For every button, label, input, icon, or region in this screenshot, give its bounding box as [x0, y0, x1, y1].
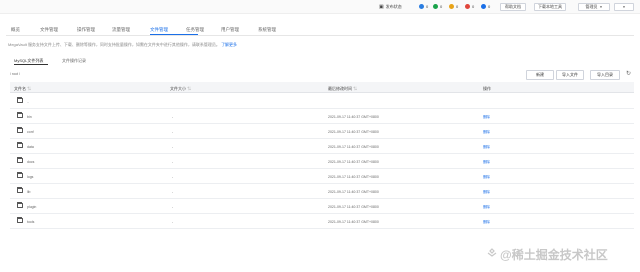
table-row[interactable]: lib - 2021-09-17 11:40:37 GMT+0800 删除 — [10, 184, 634, 199]
table-row[interactable]: .. — [10, 94, 634, 109]
top-bar: ▣ 发布状态 0 0 0 0 0 帮助文档 下载本地工具 管理员 ▼ ▼ — [0, 0, 640, 14]
modified-time: 2021-09-17 11:40:37 GMT+0800 — [328, 220, 379, 224]
folder-icon — [17, 217, 23, 223]
folder-icon — [17, 142, 23, 148]
modified-time: 2021-09-17 11:40:37 GMT+0800 — [328, 115, 379, 119]
topbar-counter-5[interactable]: 0 — [481, 4, 490, 9]
delete-link[interactable]: 删除 — [483, 220, 490, 225]
table-row[interactable]: docs - 2021-09-17 11:40:37 GMT+0800 删除 — [10, 154, 634, 169]
folder-icon — [17, 202, 23, 208]
modified-time: 2021-09-17 11:40:37 GMT+0800 — [328, 160, 379, 164]
table-row[interactable]: data - 2021-09-17 11:40:37 GMT+0800 删除 — [10, 139, 634, 154]
file-name[interactable]: tools — [27, 220, 34, 224]
folder-icon — [17, 112, 23, 118]
modified-time: 2021-09-17 11:40:37 GMT+0800 — [328, 205, 379, 209]
admin-menu-button[interactable]: 管理员 ▼ — [578, 3, 610, 11]
tab-files[interactable]: 文件管理 — [40, 27, 58, 33]
column-header-modified[interactable]: 最后修改时间 ⇅ — [328, 86, 357, 92]
refresh-icon[interactable]: ↻ — [626, 71, 631, 77]
topbar-counter-3[interactable]: 0 — [449, 4, 458, 9]
status-dot-icon — [449, 4, 454, 9]
sort-icon: ⇅ — [353, 86, 358, 91]
file-size: - — [172, 145, 174, 149]
file-size: - — [172, 115, 174, 119]
folder-icon — [17, 127, 23, 133]
file-size: - — [172, 160, 174, 164]
delete-link[interactable]: 删除 — [483, 175, 490, 180]
import-directory-button[interactable]: 导入目录 — [590, 70, 620, 80]
tab-overview[interactable]: 概览 — [11, 27, 20, 33]
file-size: - — [172, 190, 174, 194]
file-name[interactable]: bin — [27, 115, 32, 119]
user-menu-button[interactable]: ▼ — [614, 3, 634, 11]
status-dot-icon — [481, 4, 486, 9]
info-notice: MegaVault 服务支持文件上传、下载、删除等操作，同时支持批量操作，如需在… — [8, 42, 238, 47]
delete-link[interactable]: 删除 — [483, 130, 490, 135]
delete-link[interactable]: 删除 — [483, 115, 490, 120]
modified-time: 2021-09-17 11:40:37 GMT+0800 — [328, 175, 379, 179]
learn-more-link[interactable]: 了解更多 — [221, 42, 237, 47]
new-button[interactable]: 新建 — [526, 70, 554, 80]
table-row[interactable]: conf - 2021-09-17 11:40:37 GMT+0800 删除 — [10, 124, 634, 139]
column-header-name[interactable]: 文件名 ⇅ — [14, 86, 31, 92]
tab-users[interactable]: 用户管理 — [221, 27, 239, 33]
nav-divider — [6, 35, 634, 36]
topbar-counter-4[interactable]: 0 — [465, 4, 474, 9]
import-file-button[interactable]: 导入文件 — [556, 70, 584, 80]
modified-time: 2021-09-17 11:40:37 GMT+0800 — [328, 145, 379, 149]
tab-operations[interactable]: 操作管理 — [77, 27, 95, 33]
file-name[interactable]: docs — [27, 160, 34, 164]
tab-system[interactable]: 系统管理 — [258, 27, 276, 33]
column-header-size[interactable]: 文件大小 ⇅ — [170, 86, 191, 92]
watermark: @稀土掘金技术社区 — [500, 248, 608, 262]
status-dot-icon — [419, 4, 424, 9]
sort-icon: ⇅ — [187, 86, 192, 91]
folder-icon — [17, 97, 23, 103]
status-dot-icon — [433, 4, 438, 9]
file-size: - — [172, 175, 174, 179]
table-row[interactable]: tools - 2021-09-17 11:40:37 GMT+0800 删除 — [10, 214, 634, 229]
file-name[interactable]: logs — [27, 175, 33, 179]
active-subtab-indicator — [14, 64, 48, 65]
tab-traffic[interactable]: 流量管理 — [112, 27, 130, 33]
juejin-logo-icon — [487, 248, 497, 257]
subtab-operation-log[interactable]: 文件操作记录 — [62, 58, 86, 64]
delete-link[interactable]: 删除 — [483, 160, 490, 165]
delete-link[interactable]: 删除 — [483, 205, 490, 210]
file-name[interactable]: lib — [27, 190, 31, 194]
delete-link[interactable]: 删除 — [483, 145, 490, 150]
help-docs-button[interactable]: 帮助文档 — [500, 3, 526, 11]
folder-icon — [17, 172, 23, 178]
table-header: 文件名 ⇅ 文件大小 ⇅ 最后修改时间 ⇅ 操作 — [10, 82, 634, 93]
file-name[interactable]: data — [27, 145, 34, 149]
table-row[interactable]: plugin - 2021-09-17 11:40:37 GMT+0800 删除 — [10, 199, 634, 214]
topbar-status[interactable]: ▣ 发布状态 — [379, 4, 402, 10]
column-header-actions: 操作 — [483, 86, 491, 91]
file-size: - — [172, 220, 174, 224]
delete-link[interactable]: 删除 — [483, 190, 490, 195]
folder-icon — [17, 157, 23, 163]
chevron-down-icon: ▼ — [599, 5, 603, 9]
file-size: - — [172, 205, 174, 209]
breadcrumb[interactable]: / root / — [10, 72, 20, 76]
file-name[interactable]: conf — [27, 130, 34, 134]
modified-time: 2021-09-17 11:40:37 GMT+0800 — [328, 130, 379, 134]
topbar-counter-2[interactable]: 0 — [433, 4, 442, 9]
sort-icon: ⇅ — [27, 86, 32, 91]
file-name[interactable]: plugin — [27, 205, 36, 209]
download-tool-button[interactable]: 下载本地工具 — [534, 3, 566, 11]
tab-file-management[interactable]: 文件管理 — [150, 27, 168, 33]
chevron-down-icon: ▼ — [622, 5, 626, 9]
file-size: - — [172, 130, 174, 134]
table-row[interactable]: bin - 2021-09-17 11:40:37 GMT+0800 删除 — [10, 109, 634, 124]
modified-time: 2021-09-17 11:40:37 GMT+0800 — [328, 190, 379, 194]
topbar-counter-1[interactable]: 0 — [419, 4, 428, 9]
tab-tasks[interactable]: 任务管理 — [186, 27, 204, 33]
status-icon: ▣ — [379, 4, 384, 10]
folder-icon — [17, 187, 23, 193]
file-name[interactable]: .. — [27, 100, 29, 104]
table-row[interactable]: logs - 2021-09-17 11:40:37 GMT+0800 删除 — [10, 169, 634, 184]
status-dot-icon — [465, 4, 470, 9]
